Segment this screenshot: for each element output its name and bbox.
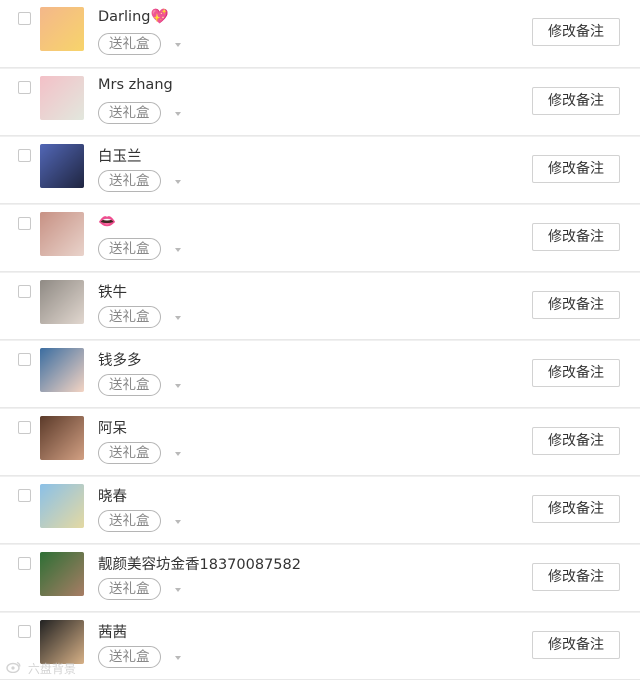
avatar xyxy=(40,144,84,188)
avatar xyxy=(40,552,84,596)
select-checkbox[interactable] xyxy=(18,557,31,570)
avatar xyxy=(40,484,84,528)
contact-row: 靓颜美容坊金香18370087582 送礼盒 修改备注 xyxy=(0,544,640,612)
chevron-down-icon[interactable] xyxy=(175,656,181,660)
send-gift-button[interactable]: 送礼盒 xyxy=(98,442,161,464)
edit-remark-button[interactable]: 修改备注 xyxy=(532,563,620,591)
contact-row: 铁牛 送礼盒 修改备注 xyxy=(0,272,640,340)
watermark: 六盘背景 xyxy=(6,660,76,677)
edit-remark-button[interactable]: 修改备注 xyxy=(532,155,620,183)
contact-row: 茜茜 送礼盒 修改备注 xyxy=(0,612,640,680)
send-gift-button[interactable]: 送礼盒 xyxy=(98,33,161,55)
avatar xyxy=(40,416,84,460)
avatar xyxy=(40,280,84,324)
contact-name: 👄 xyxy=(98,214,117,230)
send-gift-button[interactable]: 送礼盒 xyxy=(98,170,161,192)
edit-remark-button[interactable]: 修改备注 xyxy=(532,495,620,523)
contact-name: 铁牛 xyxy=(98,285,127,301)
edit-remark-button[interactable]: 修改备注 xyxy=(532,291,620,319)
chevron-down-icon[interactable] xyxy=(175,248,181,252)
send-gift-button[interactable]: 送礼盒 xyxy=(98,306,161,328)
watermark-text: 六盘背景 xyxy=(27,662,76,676)
contact-row: Mrs zhang 送礼盒 修改备注 xyxy=(0,68,640,136)
contact-list: Darling💖 送礼盒 修改备注 Mrs zhang 送礼盒 修改备注 白玉兰… xyxy=(0,0,640,680)
contact-name: 靓颜美容坊金香18370087582 xyxy=(98,557,301,573)
avatar xyxy=(40,212,84,256)
edit-remark-button[interactable]: 修改备注 xyxy=(532,359,620,387)
chevron-down-icon[interactable] xyxy=(175,43,181,47)
select-checkbox[interactable] xyxy=(18,217,31,230)
chevron-down-icon[interactable] xyxy=(175,520,181,524)
select-checkbox[interactable] xyxy=(18,625,31,638)
avatar xyxy=(40,7,84,51)
avatar xyxy=(40,348,84,392)
select-checkbox[interactable] xyxy=(18,12,31,25)
chevron-down-icon[interactable] xyxy=(175,384,181,388)
send-gift-button[interactable]: 送礼盒 xyxy=(98,510,161,532)
edit-remark-button[interactable]: 修改备注 xyxy=(532,631,620,659)
edit-remark-button[interactable]: 修改备注 xyxy=(532,18,620,46)
contact-row: 白玉兰 送礼盒 修改备注 xyxy=(0,136,640,204)
contact-row: 阿呆 送礼盒 修改备注 xyxy=(0,408,640,476)
edit-remark-button[interactable]: 修改备注 xyxy=(532,427,620,455)
contact-name: Darling💖 xyxy=(98,9,169,25)
chevron-down-icon[interactable] xyxy=(175,180,181,184)
select-checkbox[interactable] xyxy=(18,421,31,434)
contact-name: 晓春 xyxy=(98,489,127,505)
edit-remark-button[interactable]: 修改备注 xyxy=(532,223,620,251)
select-checkbox[interactable] xyxy=(18,285,31,298)
weibo-icon xyxy=(6,661,22,676)
avatar xyxy=(40,620,84,664)
send-gift-button[interactable]: 送礼盒 xyxy=(98,578,161,600)
contact-row: 晓春 送礼盒 修改备注 xyxy=(0,476,640,544)
contact-row: 钱多多 送礼盒 修改备注 xyxy=(0,340,640,408)
send-gift-button[interactable]: 送礼盒 xyxy=(98,646,161,668)
select-checkbox[interactable] xyxy=(18,489,31,502)
chevron-down-icon[interactable] xyxy=(175,452,181,456)
contact-name: 阿呆 xyxy=(98,421,127,437)
chevron-down-icon[interactable] xyxy=(175,316,181,320)
select-checkbox[interactable] xyxy=(18,81,31,94)
contact-row: Darling💖 送礼盒 修改备注 xyxy=(0,0,640,68)
contact-name: 茜茜 xyxy=(98,625,127,641)
avatar xyxy=(40,76,84,120)
select-checkbox[interactable] xyxy=(18,149,31,162)
chevron-down-icon[interactable] xyxy=(175,112,181,116)
contact-row: 👄 送礼盒 修改备注 xyxy=(0,204,640,272)
edit-remark-button[interactable]: 修改备注 xyxy=(532,87,620,115)
contact-name: 白玉兰 xyxy=(98,149,142,165)
contact-name: Mrs zhang xyxy=(98,77,173,93)
send-gift-button[interactable]: 送礼盒 xyxy=(98,102,161,124)
send-gift-button[interactable]: 送礼盒 xyxy=(98,374,161,396)
select-checkbox[interactable] xyxy=(18,353,31,366)
chevron-down-icon[interactable] xyxy=(175,588,181,592)
send-gift-button[interactable]: 送礼盒 xyxy=(98,238,161,260)
contact-name: 钱多多 xyxy=(98,353,142,369)
